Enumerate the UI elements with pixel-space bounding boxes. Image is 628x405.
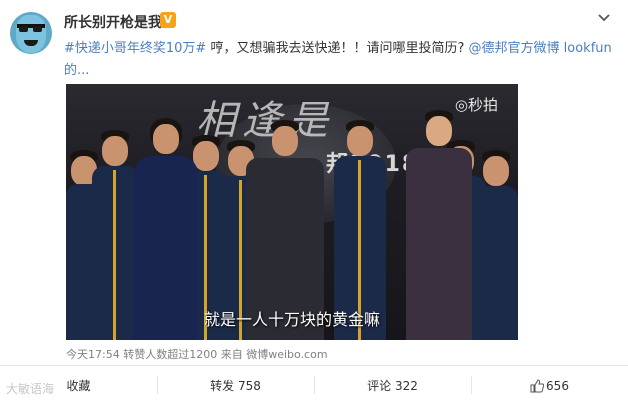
verified-badge: V bbox=[160, 12, 176, 28]
thumbs-up-icon bbox=[530, 378, 545, 392]
video-thumbnail[interactable]: 相逢是 邦2018年会 ◎秒拍 就是一人十万块的黄金嘛 bbox=[66, 84, 518, 340]
mention-link[interactable]: @德邦官方微博 bbox=[469, 41, 560, 56]
post-source[interactable]: 来自 微博weibo.com bbox=[221, 348, 328, 361]
site-watermark: 大敏语海 bbox=[6, 382, 55, 396]
lookfun-link[interactable]: lookfun bbox=[560, 41, 612, 56]
video-subtitle: 就是一人十万块的黄金嘛 bbox=[203, 310, 380, 329]
hashtag-link[interactable]: #快递小哥年终奖10万# bbox=[64, 41, 206, 56]
post-meta: 今天17:54 转赞人数超过1200 来自 微博weibo.com bbox=[66, 346, 328, 362]
like-count: 656 bbox=[546, 378, 569, 393]
collect-label: 收藏 bbox=[66, 379, 91, 393]
action-bar: 收藏 转发 758 评论 322 656 bbox=[0, 366, 628, 405]
expand-link[interactable]: 的... bbox=[64, 63, 89, 78]
comment-button[interactable]: 评论 322 bbox=[314, 366, 471, 405]
weibo-post-card: 所长别开枪是我 V #快递小哥年终奖10万# 哼，又想骗我去送快递！！请问哪里投… bbox=[0, 0, 628, 405]
avatar-eye bbox=[33, 26, 42, 32]
like-button[interactable]: 656 bbox=[471, 366, 628, 405]
repost-label: 转发 758 bbox=[210, 379, 261, 393]
comment-label: 评论 322 bbox=[367, 379, 418, 393]
post-time[interactable]: 今天17:54 bbox=[66, 348, 120, 361]
avatar-eye bbox=[19, 26, 28, 32]
chevron-down-icon[interactable] bbox=[596, 10, 612, 26]
avatar[interactable] bbox=[10, 12, 52, 54]
username[interactable]: 所长别开枪是我 bbox=[64, 12, 162, 32]
post-text: #快递小哥年终奖10万# 哼，又想骗我去送快递！！请问哪里投简历? @德邦官方微… bbox=[64, 38, 616, 82]
avatar-face bbox=[16, 15, 46, 53]
repost-count-text: 转赞人数超过1200 bbox=[123, 348, 218, 361]
repost-button[interactable]: 转发 758 bbox=[157, 366, 314, 405]
post-body: 哼，又想骗我去送快递！！请问哪里投简历? bbox=[206, 41, 469, 56]
